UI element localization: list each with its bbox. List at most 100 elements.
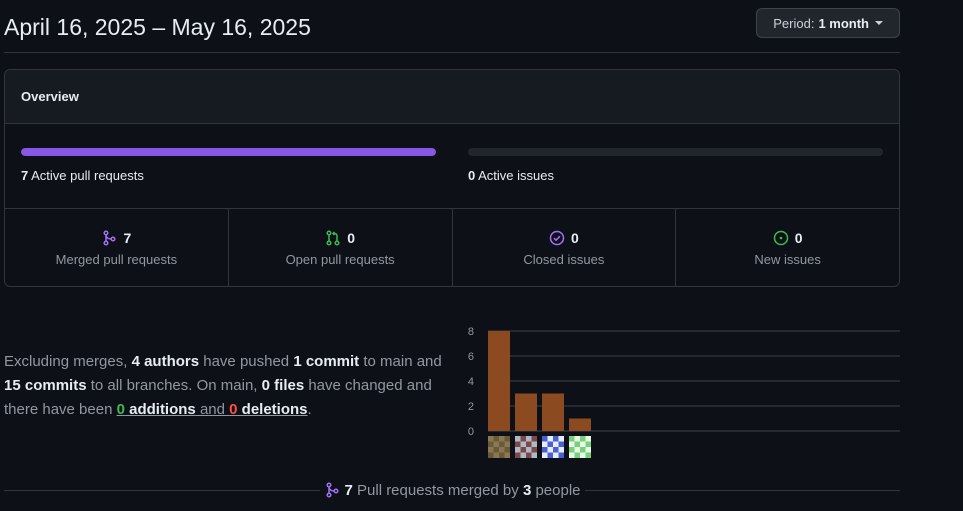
summary-text: have pushed bbox=[199, 353, 294, 370]
git-pull-request-icon bbox=[326, 229, 340, 246]
chart-bar bbox=[488, 331, 510, 431]
author-avatar-pixel bbox=[531, 441, 537, 447]
author-avatar-pixel bbox=[504, 452, 510, 458]
overview-stats: 7 Merged pull requests 0 Open pull reque… bbox=[5, 209, 899, 286]
merged-pr-count: 7 bbox=[344, 481, 353, 499]
additions-deletions-link[interactable]: 0 additions and 0 deletions bbox=[117, 401, 308, 418]
author-avatar-pixel bbox=[558, 441, 564, 447]
overview-title: Overview bbox=[5, 70, 899, 124]
author-avatar-pixel bbox=[580, 447, 586, 453]
issue-opened-icon bbox=[773, 230, 788, 245]
active-pull-requests-label: Active pull requests bbox=[31, 168, 144, 183]
author-avatar-pixel bbox=[542, 447, 548, 453]
author-avatar-pixel bbox=[488, 447, 494, 453]
y-tick-label: 8 bbox=[468, 326, 474, 338]
author-avatar-pixel bbox=[585, 452, 591, 458]
additions-count: 0 bbox=[116, 401, 125, 418]
chart-bar bbox=[515, 393, 537, 431]
author-avatar-pixel bbox=[547, 452, 553, 458]
summary-text: Excluding merges, bbox=[4, 353, 132, 370]
active-pull-requests-link[interactable]: 7 Active pull requests bbox=[21, 168, 144, 183]
summary-text: to all branches. On main, bbox=[86, 377, 262, 394]
chart-bar bbox=[569, 418, 591, 431]
commit-count: 1 commit bbox=[293, 353, 360, 370]
author-avatar-pixel bbox=[504, 441, 510, 447]
open-pull-requests-count: 0 bbox=[347, 229, 356, 246]
active-issues-count: 0 bbox=[468, 168, 476, 183]
y-tick-label: 0 bbox=[468, 426, 474, 438]
author-avatar-pixel bbox=[526, 447, 532, 453]
git-merge-icon bbox=[103, 229, 117, 246]
caret-down-icon bbox=[875, 21, 883, 25]
commits-count: 15 commits bbox=[4, 377, 87, 394]
files-count: 0 files bbox=[261, 377, 305, 394]
pull-requests-progress-fill bbox=[21, 148, 436, 156]
people-text: people bbox=[531, 481, 581, 499]
stat-open-pull-requests[interactable]: 0 Open pull requests bbox=[229, 209, 453, 286]
activity-bars: 7 Active pull requests 0 Active issues bbox=[5, 124, 899, 209]
active-issues-link[interactable]: 0 Active issues bbox=[468, 168, 554, 183]
author-avatar-pixel bbox=[515, 447, 521, 453]
y-tick-label: 2 bbox=[468, 401, 474, 413]
period-prefix: Period: bbox=[773, 15, 815, 31]
divider-left bbox=[4, 489, 320, 491]
pulse-header: April 16, 2025 – May 16, 2025 Period: 1 … bbox=[4, 8, 900, 53]
chart-bar bbox=[542, 393, 564, 431]
y-tick-label: 6 bbox=[468, 351, 474, 363]
merged-pull-requests-count: 7 bbox=[123, 229, 132, 246]
author-commits-chart: 0 2 4 6 8 bbox=[468, 326, 900, 458]
author-avatar-pixel bbox=[553, 436, 559, 442]
summary-text: . bbox=[307, 401, 312, 418]
author-avatar-pixel bbox=[520, 452, 526, 458]
author-avatar-pixel bbox=[569, 436, 575, 442]
author-avatar-pixel bbox=[574, 441, 580, 447]
author-avatar-pixel bbox=[553, 447, 559, 453]
open-pull-requests-label: Open pull requests bbox=[285, 251, 395, 267]
overview-panel: Overview 7 Active pull requests 0 Active… bbox=[4, 69, 900, 287]
new-issues-count: 0 bbox=[794, 229, 803, 246]
date-range-title: April 16, 2025 – May 16, 2025 bbox=[4, 14, 311, 40]
deletions-count: 0 bbox=[229, 401, 238, 418]
merged-pull-requests-label: Merged pull requests bbox=[55, 251, 178, 267]
closed-issues-label: Closed issues bbox=[523, 251, 605, 267]
y-tick-label: 4 bbox=[468, 376, 474, 388]
author-avatar-pixel bbox=[558, 452, 564, 458]
author-avatar-pixel bbox=[515, 436, 521, 442]
merged-text: Pull requests merged by bbox=[352, 481, 523, 499]
author-avatar-pixel bbox=[493, 441, 499, 447]
active-issues-label: Active issues bbox=[478, 168, 555, 183]
author-avatar-pixel bbox=[580, 436, 586, 442]
period-value: 1 month bbox=[818, 15, 869, 31]
summary-text: and bbox=[195, 401, 230, 418]
additions-label: additions bbox=[124, 401, 196, 418]
summary-text: to main and bbox=[359, 353, 442, 370]
stat-closed-issues[interactable]: 0 Closed issues bbox=[453, 209, 677, 286]
author-avatar-pixel bbox=[574, 452, 580, 458]
active-pull-requests-count: 7 bbox=[21, 168, 29, 183]
author-avatar-pixel bbox=[547, 441, 553, 447]
author-avatar-pixel bbox=[493, 452, 499, 458]
new-issues-label: New issues bbox=[754, 251, 821, 267]
merged-summary-text: 7 Pull requests merged by 3 people bbox=[320, 482, 585, 499]
issues-progress-bar bbox=[468, 148, 883, 156]
period-dropdown-button[interactable]: Period: 1 month bbox=[756, 8, 900, 38]
divider-right bbox=[584, 489, 900, 491]
pull-requests-progress-bar bbox=[21, 148, 436, 156]
merged-pull-requests-footer: 7 Pull requests merged by 3 people bbox=[4, 478, 900, 502]
commit-summary: Excluding merges, 4 authors have pushed … bbox=[4, 350, 454, 422]
stat-merged-pull-requests[interactable]: 7 Merged pull requests bbox=[5, 209, 229, 286]
issue-closed-icon bbox=[549, 230, 565, 245]
stat-new-issues[interactable]: 0 New issues bbox=[676, 209, 899, 286]
author-avatar-pixel bbox=[499, 447, 505, 453]
author-avatar-pixel bbox=[499, 436, 505, 442]
author-avatar-pixel bbox=[520, 441, 526, 447]
closed-issues-count: 0 bbox=[570, 229, 579, 246]
author-avatar-pixel bbox=[526, 436, 532, 442]
author-avatar-pixel bbox=[542, 436, 548, 442]
author-avatar-pixel bbox=[531, 452, 537, 458]
deletions-label: deletions bbox=[237, 401, 308, 418]
authors-count-link[interactable]: 4 authors bbox=[132, 353, 200, 370]
author-avatar-pixel bbox=[569, 447, 575, 453]
git-merge-icon bbox=[325, 482, 339, 498]
author-avatar-pixel bbox=[488, 436, 494, 442]
